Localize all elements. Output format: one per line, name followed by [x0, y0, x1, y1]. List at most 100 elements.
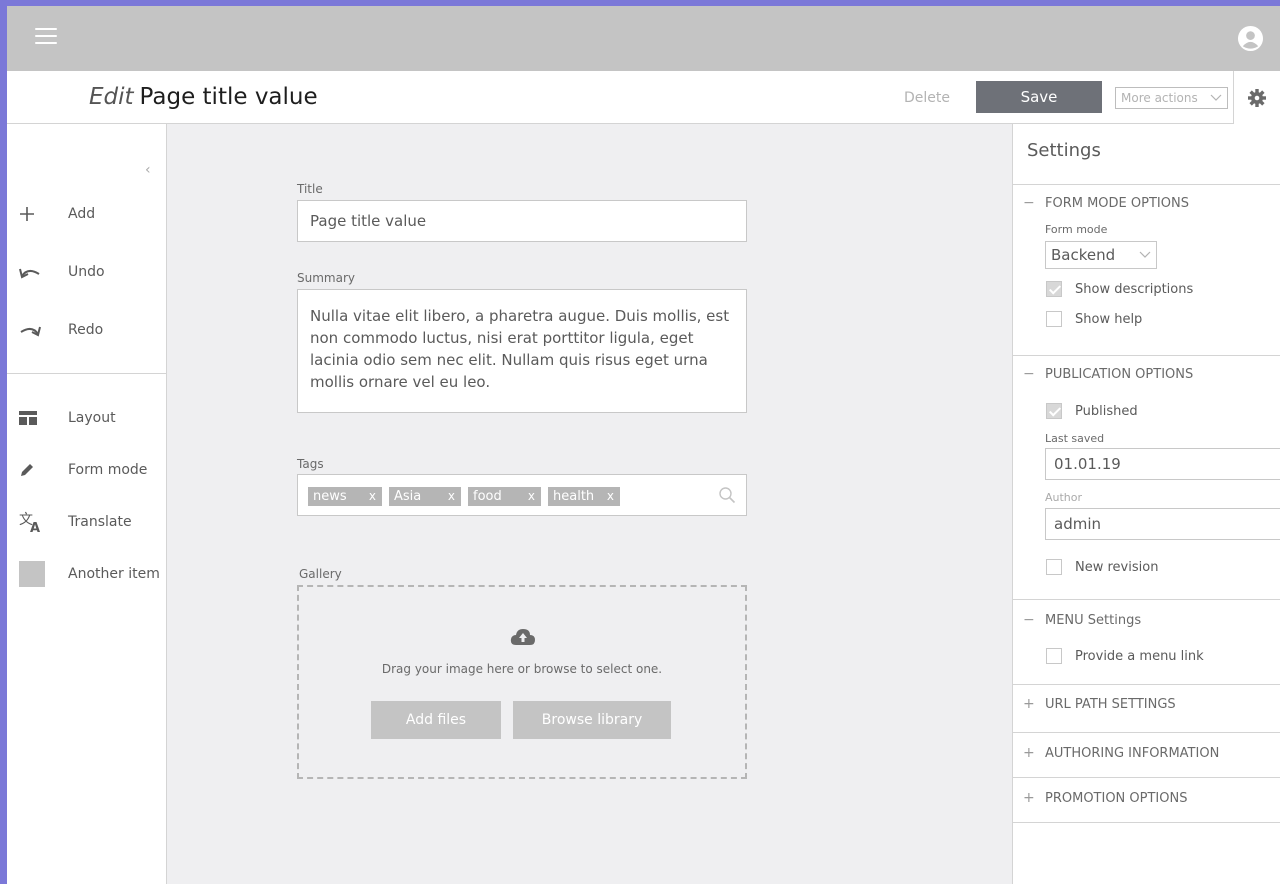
- chevron-left-icon[interactable]: ‹: [145, 162, 151, 178]
- url-path-section-toggle[interactable]: + URL PATH SETTINGS: [1023, 696, 1176, 712]
- sidebar-item-add[interactable]: Add: [19, 204, 95, 224]
- menu-link-checkbox[interactable]: Provide a menu link: [1046, 648, 1204, 664]
- edit-label: Edit: [89, 84, 134, 110]
- cloud-upload-icon: [510, 629, 535, 645]
- page-header: Edit Page title value Delete Save More ac…: [7, 71, 1280, 125]
- checkbox-checked[interactable]: [1046, 281, 1062, 297]
- pencil-icon: [19, 460, 45, 480]
- new-revision-checkbox[interactable]: New revision: [1046, 559, 1158, 575]
- redo-icon: [19, 320, 45, 340]
- section-title: FORM MODE OPTIONS: [1045, 195, 1189, 211]
- app-frame: Edit Page title value Delete Save More ac…: [7, 6, 1280, 884]
- tag-chip[interactable]: news x: [308, 487, 382, 506]
- authoring-section-toggle[interactable]: + AUTHORING INFORMATION: [1023, 745, 1219, 761]
- sidebar-item-label: Form mode: [68, 462, 148, 478]
- sidebar-item-label: Undo: [68, 264, 105, 280]
- divider: [1013, 732, 1280, 733]
- hamburger-icon[interactable]: [35, 28, 57, 46]
- expand-icon: +: [1023, 696, 1035, 712]
- checkbox-label: Published: [1075, 403, 1138, 419]
- layout-icon: [19, 408, 45, 428]
- expand-icon: +: [1023, 745, 1035, 761]
- tags-input[interactable]: news x Asia x food x health x: [297, 474, 747, 516]
- sidebar-item-label: Redo: [68, 322, 104, 338]
- form-mode-section-toggle[interactable]: − FORM MODE OPTIONS: [1023, 195, 1189, 211]
- checkbox-label: Show help: [1075, 311, 1143, 327]
- last-saved-label: Last saved: [1045, 432, 1105, 445]
- tag-label: health: [553, 489, 595, 504]
- settings-title: Settings: [1027, 140, 1101, 161]
- settings-panel: Settings − FORM MODE OPTIONS Form mode B…: [1012, 124, 1280, 884]
- more-actions-dropdown[interactable]: More actions: [1115, 87, 1228, 109]
- delete-button[interactable]: Delete: [904, 85, 974, 111]
- collapse-icon: −: [1023, 366, 1035, 382]
- browse-library-button[interactable]: Browse library: [513, 701, 671, 739]
- gear-icon: [1248, 89, 1266, 107]
- section-title: AUTHORING INFORMATION: [1045, 745, 1220, 761]
- sidebar-item-label: Add: [68, 206, 96, 222]
- author-label: Author: [1045, 491, 1083, 504]
- tag-remove-icon[interactable]: x: [369, 487, 376, 506]
- sidebar-item-layout[interactable]: Layout: [19, 408, 116, 428]
- sidebar-item-another[interactable]: Another item: [19, 561, 160, 587]
- expand-icon: +: [1023, 790, 1035, 806]
- checkbox-checked[interactable]: [1046, 403, 1062, 419]
- author-field[interactable]: admin: [1045, 508, 1280, 540]
- menu-section-toggle[interactable]: − MENU Settings: [1023, 612, 1141, 628]
- sidebar-item-translate[interactable]: 文A Translate: [19, 512, 132, 533]
- title-label: Title: [297, 182, 323, 196]
- sidebar-item-redo[interactable]: Redo: [19, 320, 103, 340]
- left-sidebar: ‹ Add Undo Redo Layout Form mode 文 A Tra…: [7, 124, 167, 884]
- plus-icon: [19, 204, 45, 224]
- settings-toggle[interactable]: [1233, 71, 1280, 125]
- form-mode-select[interactable]: Backend: [1045, 241, 1157, 269]
- page-title-text: Page title value: [139, 84, 318, 110]
- checkbox-label: Show descriptions: [1075, 281, 1194, 297]
- promotion-section-toggle[interactable]: + PROMOTION OPTIONS: [1023, 790, 1187, 806]
- published-checkbox[interactable]: Published: [1046, 403, 1138, 419]
- show-descriptions-checkbox[interactable]: Show descriptions: [1046, 281, 1193, 297]
- checkbox-unchecked[interactable]: [1046, 311, 1062, 327]
- tag-remove-icon[interactable]: x: [607, 487, 614, 506]
- checkbox-label: New revision: [1075, 559, 1159, 575]
- last-saved-field[interactable]: 01.01.19: [1045, 448, 1280, 480]
- gallery-dropzone[interactable]: Drag your image here or browse to select…: [297, 585, 747, 779]
- top-bar: [7, 6, 1280, 71]
- form-mode-value: Backend: [1051, 246, 1116, 264]
- tag-chip[interactable]: health x: [548, 487, 620, 506]
- tag-chip[interactable]: Asia x: [389, 487, 461, 506]
- sidebar-divider: [7, 373, 167, 374]
- section-title: URL PATH SETTINGS: [1045, 696, 1176, 712]
- form-mode-label: Form mode: [1045, 223, 1108, 236]
- save-button[interactable]: Save: [976, 81, 1102, 113]
- divider: [1013, 184, 1280, 185]
- chevron-down-icon: [1210, 94, 1222, 101]
- svg-text:A: A: [30, 521, 40, 533]
- summary-label: Summary: [297, 271, 355, 285]
- summary-textarea[interactable]: Nulla vitae elit libero, a pharetra augu…: [297, 289, 747, 413]
- title-input[interactable]: [297, 200, 747, 242]
- section-title: PROMOTION OPTIONS: [1045, 790, 1188, 806]
- tag-remove-icon[interactable]: x: [448, 487, 455, 506]
- sidebar-item-undo[interactable]: Undo: [19, 262, 105, 282]
- section-title: PUBLICATION OPTIONS: [1045, 366, 1194, 382]
- publication-section-toggle[interactable]: − PUBLICATION OPTIONS: [1023, 366, 1193, 382]
- translate-icon: 文A: [19, 512, 45, 533]
- divider: [1013, 777, 1280, 778]
- user-circle-icon[interactable]: [1237, 25, 1264, 52]
- divider: [1013, 684, 1280, 685]
- add-files-button[interactable]: Add files: [371, 701, 501, 739]
- chevron-down-icon: [1139, 251, 1151, 258]
- search-icon[interactable]: [718, 486, 736, 504]
- tag-remove-icon[interactable]: x: [528, 487, 535, 506]
- tags-label: Tags: [297, 457, 324, 471]
- sidebar-item-label: Translate: [68, 514, 132, 530]
- sidebar-item-form-mode[interactable]: Form mode: [19, 460, 147, 480]
- tag-chip[interactable]: food x: [468, 487, 541, 506]
- checkbox-unchecked[interactable]: [1046, 559, 1062, 575]
- gallery-label: Gallery: [299, 567, 342, 581]
- show-help-checkbox[interactable]: Show help: [1046, 311, 1142, 327]
- divider: [1013, 599, 1280, 600]
- collapse-icon: −: [1023, 612, 1035, 628]
- checkbox-unchecked[interactable]: [1046, 648, 1062, 664]
